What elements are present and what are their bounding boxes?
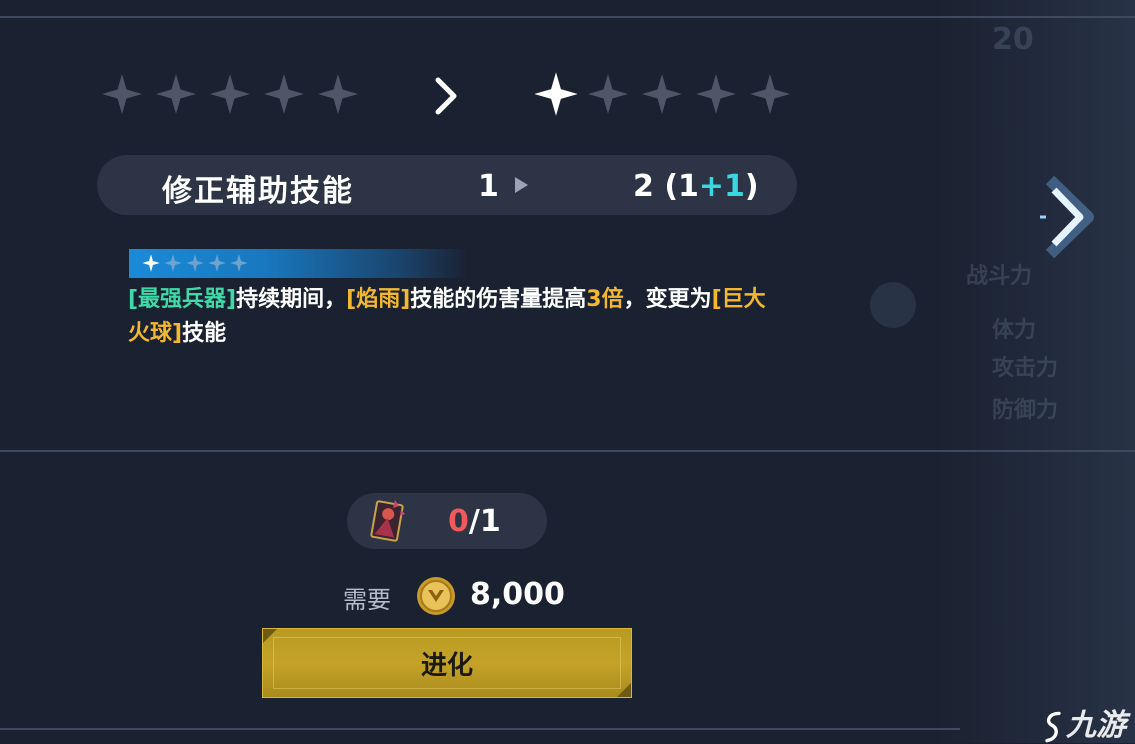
skill-description: [最强兵器]持续期间，[焰雨]技能的伤害量提高3倍，变更为[巨大火球]技能 bbox=[128, 283, 778, 351]
watermark: 九游 bbox=[1040, 700, 1126, 744]
watermark-logo-icon bbox=[1045, 711, 1061, 742]
button-corner-decoration bbox=[263, 629, 277, 643]
evolve-button-label: 进化 bbox=[420, 650, 473, 681]
background-ghost-stat: 战斗力 bbox=[966, 264, 1033, 289]
background-ghost-icon bbox=[870, 282, 916, 328]
star-empty-icon bbox=[261, 71, 307, 117]
divider-middle bbox=[0, 450, 1135, 452]
skill-level-current: 1 bbox=[478, 169, 499, 204]
skill-keyword: [最强兵器] bbox=[128, 287, 237, 312]
skill-level-next-close: ) bbox=[744, 169, 759, 204]
upgrade-arrow-icon bbox=[432, 76, 460, 116]
cost-value: 8,000 bbox=[470, 577, 565, 612]
hero-card-icon[interactable] bbox=[365, 496, 409, 546]
skill-keyword: [焰雨] bbox=[346, 287, 411, 312]
star-empty-icon bbox=[585, 71, 631, 117]
multiplier-value: 3倍 bbox=[586, 287, 624, 312]
skill-level-bonus: +1 bbox=[698, 169, 745, 204]
material-count: 0/1 bbox=[448, 504, 501, 539]
description-text: ，变更为 bbox=[623, 287, 712, 312]
star-empty-icon bbox=[99, 71, 145, 117]
star-empty-icon bbox=[747, 71, 793, 117]
cost-label: 需要 bbox=[343, 586, 391, 614]
divider-bottom bbox=[0, 728, 960, 730]
skill-name: 修正辅助技能 bbox=[162, 174, 354, 209]
skill-level-next: 2 (1+1) bbox=[633, 169, 759, 204]
background-ghost-stat: 防御力 bbox=[992, 398, 1059, 423]
star-empty-icon bbox=[153, 71, 199, 117]
evolve-button[interactable]: 进化 bbox=[262, 628, 632, 698]
tier-star-empty-icon bbox=[163, 253, 183, 273]
tier-star-filled-icon bbox=[141, 253, 161, 273]
description-text: 技能的伤害量提高 bbox=[410, 287, 587, 312]
description-text: 技能 bbox=[182, 321, 227, 346]
background-ghost-stat: 体力 bbox=[992, 318, 1037, 343]
star-empty-icon bbox=[693, 71, 739, 117]
watermark-text: 九游 bbox=[1066, 708, 1126, 743]
material-need: /1 bbox=[468, 504, 501, 539]
level-arrow-icon bbox=[515, 177, 528, 193]
background-ghost-number: 20 bbox=[992, 22, 1034, 57]
star-empty-icon bbox=[639, 71, 685, 117]
tier-star-empty-icon bbox=[229, 253, 249, 273]
gold-coin-icon bbox=[416, 576, 456, 616]
skill-level-next-base: 2 (1 bbox=[633, 169, 699, 204]
star-empty-icon bbox=[315, 71, 361, 117]
divider-top bbox=[0, 16, 1135, 18]
background-ghost-stat: 攻击力 bbox=[992, 356, 1059, 381]
material-have: 0 bbox=[448, 504, 469, 539]
button-corner-decoration bbox=[617, 683, 631, 697]
next-page-chevron-icon[interactable] bbox=[1034, 172, 1100, 262]
tier-star-empty-icon bbox=[185, 253, 205, 273]
star-empty-icon bbox=[207, 71, 253, 117]
description-text: 持续期间， bbox=[236, 287, 347, 312]
star-filled-icon bbox=[531, 69, 581, 119]
tier-star-empty-icon bbox=[207, 253, 227, 273]
